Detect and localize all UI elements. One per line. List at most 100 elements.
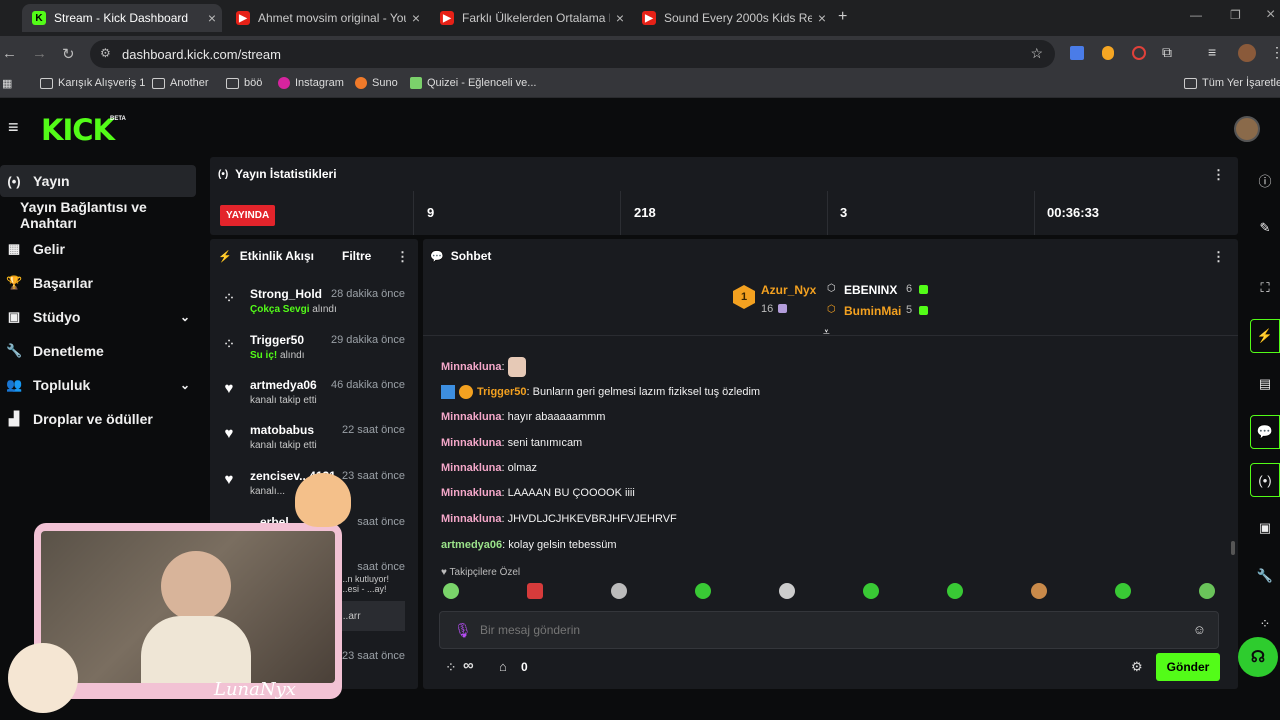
chat-message: Minnakluna: LAAAAN BU ÇOOOOK iiii <box>441 487 635 499</box>
sidebar-item-denetleme[interactable]: 🔧 Denetleme <box>0 335 196 367</box>
user-avatar[interactable] <box>1234 116 1260 142</box>
emote-icon[interactable] <box>947 583 963 599</box>
emote-icon[interactable] <box>863 583 879 599</box>
store-icon[interactable]: ⌂ <box>499 659 507 674</box>
close-icon[interactable]: × <box>406 10 426 26</box>
forward-icon[interactable]: → <box>32 45 47 62</box>
followers-only-label: ♥ Takipçilere Özel <box>441 567 521 578</box>
sidebar-item-droplar[interactable]: ▟ Droplar ve ödüller <box>0 403 196 435</box>
info-icon[interactable]: ⓘ <box>1250 163 1280 197</box>
chat-panel: 💬 Sohbet ⋮ 1 Azur_Nyx 16 ⬡ EBENINX 6 ⬡ B… <box>423 239 1238 689</box>
more-options-icon[interactable]: ⋮ <box>396 249 409 265</box>
hamburger-menu-icon[interactable]: ≡ <box>8 117 19 138</box>
leader-count: 6 <box>906 283 913 295</box>
bookmark-quizei[interactable]: Quizei - Eğlenceli ve... <box>410 77 536 89</box>
minimize-icon[interactable]: — <box>1190 8 1202 22</box>
leader-name[interactable]: BuminMai <box>844 304 901 318</box>
bookmark-folder[interactable]: Karışık Alışveriş 1 <box>40 77 145 89</box>
apps-grid-icon[interactable]: ▦ <box>2 77 12 90</box>
tab-title: Farklı Ülkelerden Ortalama Penis <box>462 11 610 25</box>
sidebar-item-topluluk[interactable]: 👥 Topluluk ⌄ <box>0 369 196 401</box>
emote-icon[interactable] <box>527 583 543 599</box>
rank-badge-icon: ⬡ <box>827 283 836 294</box>
close-icon[interactable]: × <box>610 10 630 26</box>
extension-icon[interactable] <box>1102 46 1114 60</box>
top-navigation: ≡ KICK BETA <box>0 103 1280 153</box>
microphone-icon[interactable]: 🎙 <box>454 622 472 639</box>
emote-icon[interactable] <box>695 583 711 599</box>
wrench-icon[interactable]: 🔧 <box>1250 559 1280 593</box>
emote-icon[interactable] <box>611 583 627 599</box>
tab-youtube-1[interactable]: ▶ Ahmet movsim original - YouTube × <box>226 4 426 32</box>
chat-message: Minnakluna: hayır abaaaaammm <box>441 411 606 423</box>
tab-kick-dashboard[interactable]: K Stream - Kick Dashboard × <box>22 4 222 32</box>
leader-count: 5 <box>906 304 913 316</box>
all-bookmarks[interactable]: Tüm Yer İşaretleri <box>1184 77 1280 89</box>
leader-name[interactable]: Azur_Nyx <box>761 283 816 297</box>
emote-icon[interactable] <box>1115 583 1131 599</box>
emote-icon[interactable] <box>443 583 459 599</box>
bookmark-star-icon[interactable]: ☆ <box>1030 45 1043 62</box>
points-icon[interactable]: ⁘ <box>445 659 457 676</box>
layout-icon[interactable]: ▣ <box>1250 511 1280 545</box>
folder-icon <box>226 77 239 89</box>
activity-feed-toggle-icon[interactable]: ⚡ <box>1250 319 1280 353</box>
bookmark-folder[interactable]: böö <box>226 77 262 89</box>
store-count: 0 <box>521 660 528 674</box>
leader-name[interactable]: EBENINX <box>844 283 897 297</box>
emote-icon[interactable] <box>779 583 795 599</box>
maximize-icon[interactable]: ❐ <box>1230 8 1241 22</box>
extension-icon[interactable] <box>1132 46 1146 60</box>
chat-message-input[interactable] <box>480 620 1180 640</box>
media-control-icon[interactable]: ≡ <box>1208 44 1216 60</box>
sidebar-item-basarilar[interactable]: 🏆 Başarılar <box>0 267 196 299</box>
divider <box>413 191 414 235</box>
drops-icon: ▟ <box>9 411 19 426</box>
profile-avatar[interactable] <box>1238 44 1256 62</box>
site-info-icon[interactable]: ⚙ <box>100 46 111 60</box>
community-icon[interactable]: ⁘ <box>1250 607 1280 641</box>
document-icon[interactable]: ▤ <box>1250 367 1280 401</box>
sidebar-item-studyo[interactable]: ▣ Stüdyo ⌄ <box>0 301 196 333</box>
tab-youtube-2[interactable]: ▶ Farklı Ülkelerden Ortalama Penis × <box>430 4 630 32</box>
window-close-icon[interactable]: × <box>1266 6 1275 24</box>
sidebar-item-gelir[interactable]: ▦ Gelir <box>0 233 196 265</box>
reload-icon[interactable]: ↻ <box>62 45 75 63</box>
extensions-puzzle-icon[interactable]: ⧉ <box>1162 44 1172 61</box>
chat-message: Minnakluna: JHVDLJCJHKEVBRJHFVJEHRVF <box>441 513 677 525</box>
fullscreen-icon[interactable]: ⛶ <box>1250 271 1280 305</box>
broadcast-icon: (•) <box>7 173 21 189</box>
edit-pencil-icon[interactable]: ✎ <box>1250 211 1280 245</box>
new-tab-icon[interactable]: + <box>838 8 847 26</box>
emote-icon[interactable] <box>1031 583 1047 599</box>
support-headset-icon[interactable]: ☊ <box>1238 637 1278 677</box>
collapse-icon[interactable]: ⩡ <box>823 325 830 340</box>
kick-dashboard: ≡ KICK BETA (•) Yayın Yayın Bağlantısı v… <box>0 103 1280 720</box>
browser-menu-icon[interactable]: ⋮ <box>1270 44 1280 61</box>
close-icon[interactable]: × <box>202 10 222 26</box>
more-options-icon[interactable]: ⋮ <box>1212 167 1225 183</box>
emoji-icon[interactable]: ☺ <box>1193 622 1206 637</box>
broadcast-toggle-icon[interactable]: (•) <box>1250 463 1280 497</box>
more-options-icon[interactable]: ⋮ <box>1212 249 1225 265</box>
gift-icon: ⁘ <box>222 290 236 307</box>
youtube-favicon-icon: ▶ <box>440 11 454 25</box>
settings-gear-icon[interactable]: ⚙ <box>1131 659 1143 675</box>
bookmark-folder[interactable]: Another <box>152 77 209 89</box>
address-bar[interactable]: ⚙ dashboard.kick.com/stream ☆ <box>90 40 1055 68</box>
translate-extension-icon[interactable] <box>1070 46 1084 60</box>
close-icon[interactable]: × <box>812 10 832 26</box>
tab-youtube-3[interactable]: ▶ Sound Every 2000s Kids Remember × <box>632 4 832 32</box>
send-button[interactable]: Gönder <box>1156 653 1220 681</box>
sidebar-item-yayin[interactable]: (•) Yayın <box>0 165 196 197</box>
back-icon[interactable]: ← <box>2 45 17 62</box>
chat-toggle-icon[interactable]: 💬 <box>1250 415 1280 449</box>
sidebar-item-stream-key[interactable]: Yayın Bağlantısı ve Anahtarı <box>0 199 205 231</box>
emote-icon[interactable] <box>1199 583 1215 599</box>
bookmark-suno[interactable]: Suno <box>355 77 398 89</box>
kick-logo[interactable]: KICK <box>41 113 115 147</box>
scrollbar-thumb[interactable] <box>1231 541 1235 555</box>
bookmark-instagram[interactable]: Instagram <box>278 77 344 89</box>
stat-followers: 218 <box>634 205 656 220</box>
filter-button[interactable]: Filtre <box>342 249 371 263</box>
